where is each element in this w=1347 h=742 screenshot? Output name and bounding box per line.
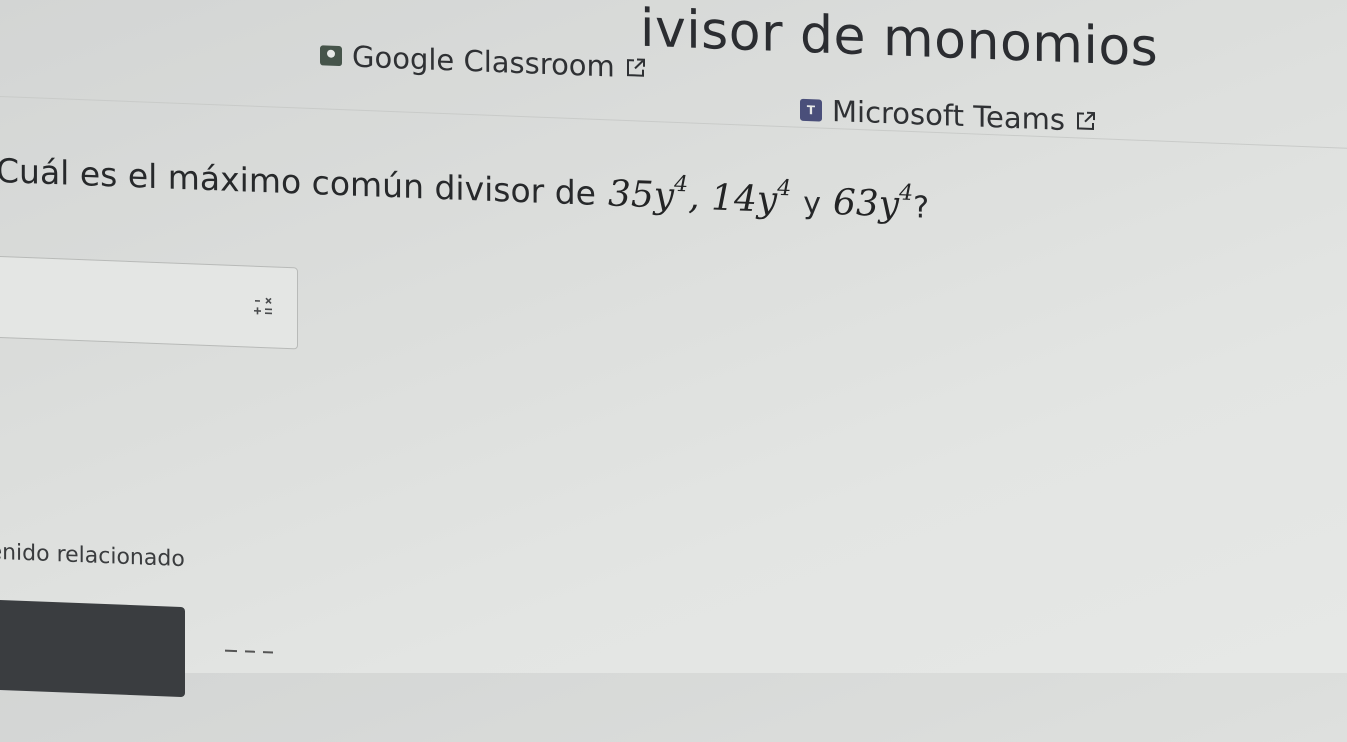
header-divider xyxy=(0,96,1347,149)
microsoft-teams-label: Microsoft Teams xyxy=(832,94,1065,137)
question-text: Cuál es el máximo común divisor de 35y4,… xyxy=(0,150,929,227)
question-prompt: Cuál es el máximo común divisor de xyxy=(0,151,596,213)
question-mark: ? xyxy=(913,190,929,226)
related-content-card[interactable] xyxy=(0,600,185,697)
related-content-heading: ntenido relacionado xyxy=(0,539,185,572)
external-link-icon xyxy=(1075,109,1097,132)
external-link-icon xyxy=(625,56,647,79)
term-2: 14y4 xyxy=(711,177,791,221)
answer-input[interactable] xyxy=(0,256,298,350)
google-classroom-label: Google Classroom xyxy=(352,40,615,84)
partial-text-mark xyxy=(225,649,275,655)
math-keypad-icon[interactable] xyxy=(251,293,277,320)
google-classroom-share-button[interactable]: Google Classroom xyxy=(320,38,647,85)
term-1: 35y4 xyxy=(608,173,688,217)
page: ivisor de monomios Google Classroom T Mi… xyxy=(0,0,1347,725)
question-connector: y xyxy=(803,186,821,222)
question-math: 35y4, 14y4 xyxy=(608,173,791,221)
microsoft-teams-share-button[interactable]: T Microsoft Teams xyxy=(800,93,1097,138)
google-classroom-icon xyxy=(320,45,342,66)
term-3: 63y4 xyxy=(833,182,913,226)
microsoft-teams-icon: T xyxy=(800,99,822,122)
page-title: ivisor de monomios xyxy=(640,0,1158,78)
